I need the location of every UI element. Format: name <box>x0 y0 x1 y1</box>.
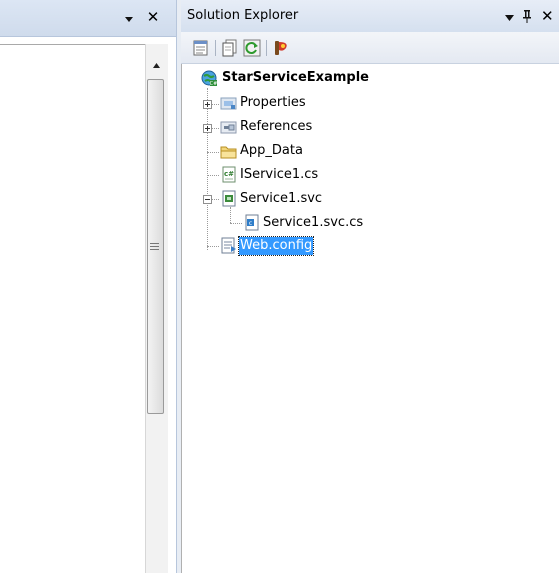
tree-connector-line <box>207 246 219 247</box>
show-all-files-icon[interactable] <box>221 39 239 57</box>
expand-toggle[interactable] <box>203 124 212 133</box>
expand-toggle[interactable] <box>203 100 212 109</box>
tree-item-service1-svc[interactable]: Service1.svc <box>239 190 323 208</box>
left-window-header: ✕ <box>0 0 176 37</box>
view-class-diagram-icon[interactable] <box>272 39 290 57</box>
solution-explorer-window: Solution Explorer ✕ C# StarServiceExampl… <box>181 0 559 573</box>
toolbar-separator <box>215 40 216 56</box>
references-folder-icon <box>220 121 237 134</box>
tree-item-properties[interactable]: Properties <box>239 94 307 112</box>
auto-hide-pin-icon[interactable] <box>521 7 533 25</box>
web-project-icon: C# <box>201 70 218 87</box>
svg-text:c: c <box>249 220 252 227</box>
tree-root-project[interactable]: StarServiceExample <box>221 69 370 87</box>
toolbar-separator <box>266 40 267 56</box>
tree-connector-line <box>230 223 242 224</box>
tree-connector-line <box>207 88 208 250</box>
scrollbar-grip-icon <box>150 243 159 251</box>
tree-item-app-data[interactable]: App_Data <box>239 142 304 160</box>
properties-folder-icon <box>220 97 237 110</box>
left-window-close-button[interactable]: ✕ <box>146 8 160 26</box>
svc-file-icon <box>222 190 236 207</box>
tree-connector-line <box>207 152 219 153</box>
csharp-file-icon: c# <box>222 166 236 183</box>
solution-explorer-close-button[interactable]: ✕ <box>541 7 557 25</box>
solution-explorer-header: Solution Explorer ✕ <box>181 0 559 32</box>
left-tool-window: ✕ <box>0 0 176 573</box>
svg-text:C#: C# <box>210 81 218 87</box>
folder-icon <box>220 146 237 159</box>
properties-icon[interactable] <box>192 39 210 57</box>
svg-text:c#: c# <box>224 170 234 178</box>
scroll-up-arrow-icon[interactable] <box>145 56 168 74</box>
csharp-code-file-icon: c <box>245 214 259 231</box>
refresh-icon[interactable] <box>243 39 261 57</box>
tree-connector-line <box>207 175 219 176</box>
config-file-icon <box>221 237 236 254</box>
collapse-toggle[interactable] <box>203 195 212 204</box>
pane-border <box>181 64 182 573</box>
tree-item-web-config[interactable]: Web.config <box>237 236 315 256</box>
tree-item-references[interactable]: References <box>239 118 313 136</box>
tree-item-iservice1-cs[interactable]: IService1.cs <box>239 166 319 184</box>
left-editor-area <box>0 44 168 573</box>
window-position-dropdown-icon[interactable] <box>505 14 514 22</box>
window-title: Solution Explorer <box>187 8 299 23</box>
tree-connector-line <box>230 207 231 223</box>
solution-explorer-toolbar <box>181 32 559 64</box>
tree-item-service1-svc-cs[interactable]: Service1.svc.cs <box>262 214 364 232</box>
window-position-dropdown-icon[interactable] <box>124 14 134 24</box>
